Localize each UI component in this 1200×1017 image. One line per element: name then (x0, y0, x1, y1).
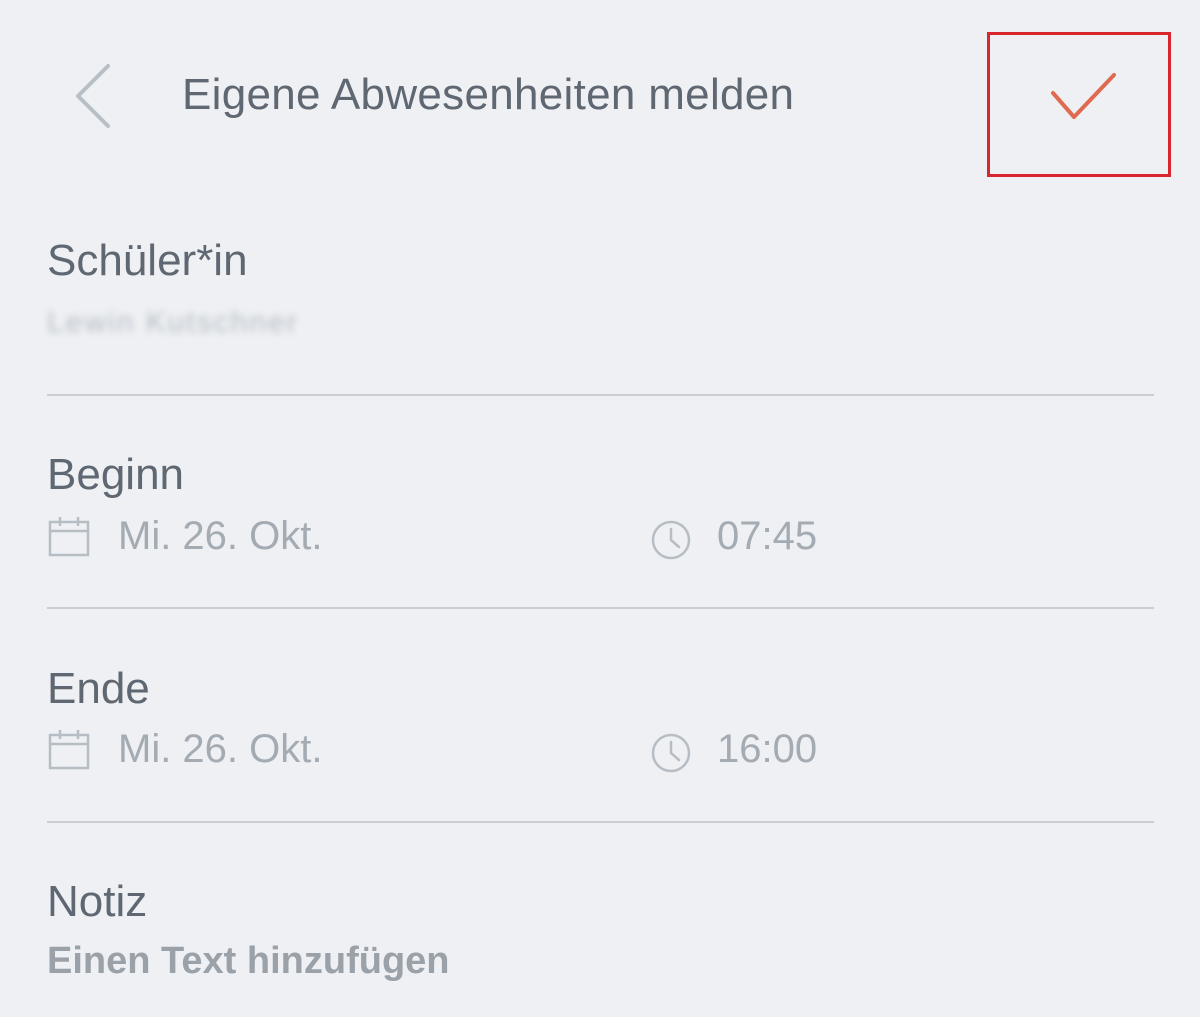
note-input[interactable]: Einen Text hinzufügen (47, 940, 450, 983)
calendar-icon (48, 517, 90, 557)
student-name-blurred: Lewin Kutschner (47, 306, 299, 339)
app-header: Eigene Abwesenheiten melden (0, 0, 1200, 190)
begin-date: Mi. 26. Okt. (118, 514, 323, 558)
back-button[interactable] (60, 58, 130, 134)
begin-label: Beginn (47, 450, 185, 499)
student-label: Schüler*in (47, 236, 248, 285)
calendar-icon (48, 730, 90, 770)
note-label: Notiz (47, 877, 148, 926)
note-section: Notiz (47, 877, 1153, 927)
divider (47, 394, 1154, 396)
page-title: Eigene Abwesenheiten melden (182, 70, 795, 119)
end-section: Ende (47, 664, 1153, 714)
begin-time: 07:45 (717, 514, 818, 558)
end-time: 16:00 (717, 727, 818, 771)
begin-row: Mi. 26. Okt. 07:45 (47, 512, 1153, 562)
student-section: Schüler*in (47, 236, 1153, 286)
checkmark-icon (1051, 73, 1116, 119)
end-label: Ende (47, 664, 150, 713)
divider (47, 607, 1154, 609)
begin-section: Beginn (47, 450, 1153, 500)
end-row: Mi. 26. Okt. 16:00 (47, 725, 1153, 775)
divider (47, 821, 1154, 823)
end-date: Mi. 26. Okt. (118, 727, 323, 771)
clock-icon (651, 520, 691, 560)
chevron-left-icon (76, 64, 110, 128)
confirm-button[interactable] (987, 32, 1171, 177)
clock-icon (651, 733, 691, 773)
